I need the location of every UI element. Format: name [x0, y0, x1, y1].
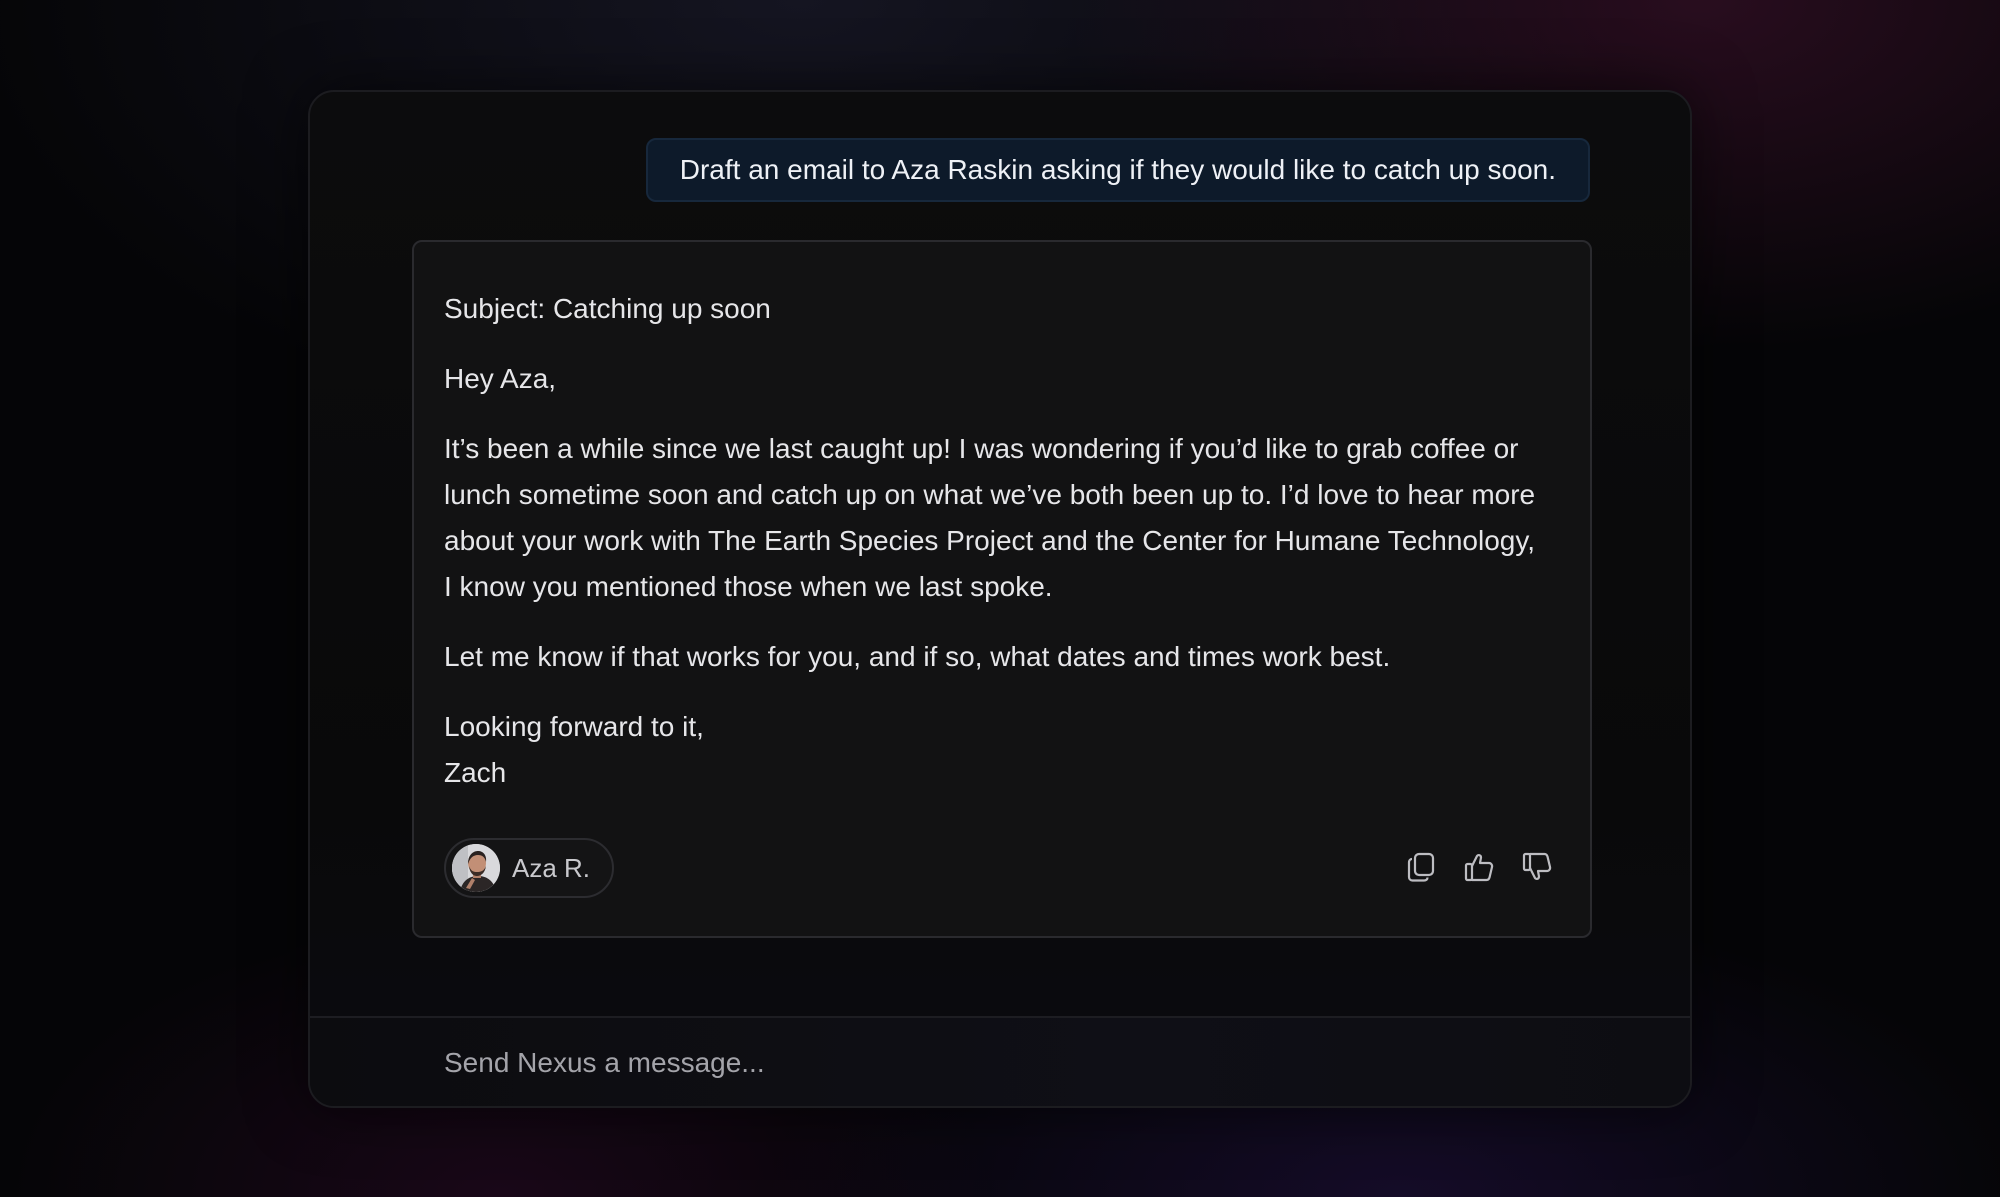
thumbs-up-icon: [1464, 854, 1494, 882]
message-input[interactable]: [442, 1018, 1586, 1106]
email-draft: Subject: Catching up soon Hey Aza, It’s …: [444, 286, 1544, 796]
user-message-text: Draft an email to Aza Raskin asking if t…: [679, 154, 1556, 185]
email-greeting: Hey Aza,: [444, 363, 557, 394]
thumbs-up-button[interactable]: [1460, 848, 1498, 886]
contact-chip[interactable]: Aza R.: [444, 838, 615, 898]
message-composer: [310, 1016, 1690, 1106]
copy-icon: [1407, 852, 1435, 882]
email-signature: Zach: [444, 757, 507, 788]
email-body-paragraph: Let me know if that works for you, and i…: [444, 641, 1391, 672]
email-closing: Looking forward to it,: [444, 711, 704, 742]
thumbs-down-icon: [1522, 852, 1552, 880]
message-actions: [1402, 848, 1556, 886]
chat-window: Draft an email to Aza Raskin asking if t…: [308, 90, 1692, 1108]
assistant-reply-card: Subject: Catching up soon Hey Aza, It’s …: [412, 240, 1592, 938]
thumbs-down-button[interactable]: [1518, 848, 1556, 886]
email-body-paragraph: It’s been a while since we last caught u…: [444, 433, 1536, 602]
email-subject: Subject: Catching up soon: [444, 293, 771, 324]
contact-chip-label: Aza R.: [512, 852, 591, 883]
copy-button[interactable]: [1402, 848, 1440, 886]
avatar: [452, 844, 500, 892]
user-message-bubble: Draft an email to Aza Raskin asking if t…: [645, 138, 1590, 202]
